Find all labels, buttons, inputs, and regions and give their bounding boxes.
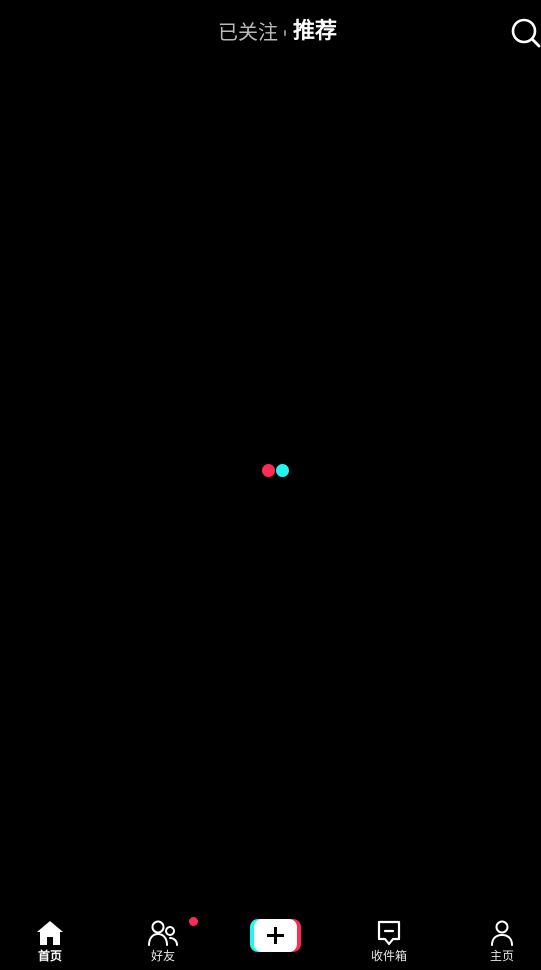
- plus-icon-vertical: [274, 927, 277, 944]
- inbox-icon: [377, 920, 401, 946]
- loading-indicator: [262, 464, 290, 478]
- nav-profile-label: 主页: [489, 949, 514, 963]
- nav-profile[interactable]: 主页: [452, 910, 541, 968]
- tab-following[interactable]: 已关注: [218, 18, 278, 46]
- search-button[interactable]: [510, 17, 541, 48]
- tab-separator: [284, 30, 286, 36]
- search-icon: [511, 18, 541, 48]
- home-icon: [37, 921, 63, 945]
- nav-friends[interactable]: 好友: [113, 910, 213, 968]
- friends-notification-dot: [189, 917, 198, 926]
- profile-icon: [491, 920, 513, 946]
- friends-icon: [148, 920, 178, 946]
- tab-for-you[interactable]: 推荐: [293, 17, 337, 47]
- loading-dot-cyan: [276, 464, 289, 477]
- loading-dot-red: [262, 464, 275, 477]
- nav-inbox[interactable]: 收件箱: [339, 910, 439, 968]
- top-bar: 已关注 推荐: [0, 0, 541, 64]
- nav-home[interactable]: 首页: [0, 910, 100, 968]
- nav-home-label: 首页: [37, 949, 62, 963]
- nav-friends-label: 好友: [150, 949, 175, 963]
- create-button[interactable]: [250, 919, 301, 952]
- nav-inbox-label: 收件箱: [370, 949, 407, 963]
- bottom-nav: 首页 好友 收件箱 主页: [0, 910, 541, 970]
